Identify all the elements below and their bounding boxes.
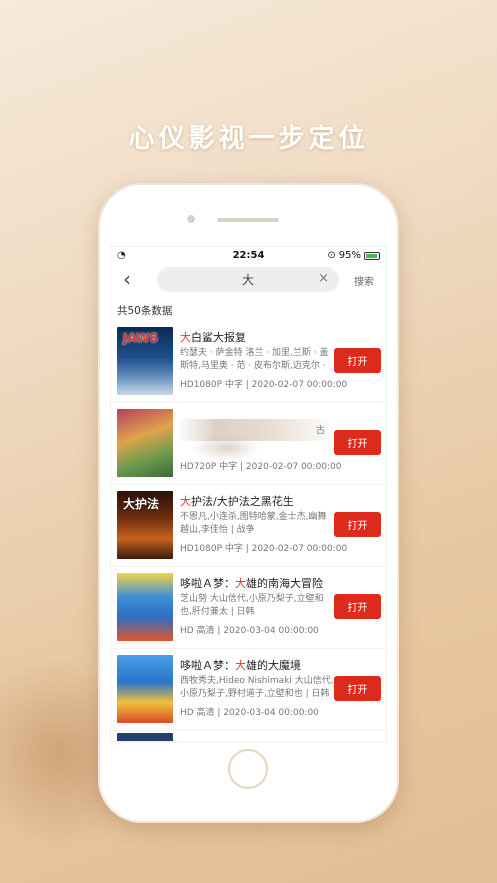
search-button[interactable]: 搜索: [354, 273, 374, 288]
background-glow: [277, 10, 497, 210]
list-item[interactable]: JAWS 大白鲨大报复 约瑟夫 · 萨金特 洛兰 · 加里,兰斯 · 盖斯特,马…: [111, 321, 386, 403]
item-cast: 约瑟夫 · 萨金特 洛兰 · 加里,兰斯 · 盖斯特,马里奥 · 范 · 皮布尔…: [180, 348, 329, 371]
back-icon[interactable]: ‹: [123, 267, 131, 291]
list-item[interactable]: 哆啦Ａ梦：大雄的南海大冒险 芝山努 大山信代,小原乃梨子,立壁和也,肝付兼太 |…: [111, 567, 386, 649]
phone-speaker: [217, 218, 279, 222]
open-button[interactable]: 打开: [334, 430, 381, 455]
poster-image: JAWS: [117, 327, 173, 395]
poster-title: JAWS: [123, 331, 159, 345]
list-item[interactable]: 大护法 大护法/大护法之黑花生 不恩凡,小连杀,图特哈蒙,金士杰,幽舞越山,李佳…: [111, 485, 386, 567]
title-highlight: 大: [235, 577, 246, 590]
poster-image: 大护法: [117, 491, 173, 559]
title-highlight: 大: [180, 331, 191, 344]
phone-screen: ◔ 22:54 ⊙ 95% ‹ 大 × 搜索 共50条数据 JAWS 大白鲨大报…: [110, 246, 387, 742]
blurred-overlay: [191, 435, 261, 461]
status-bar: ◔ 22:54 ⊙ 95%: [111, 247, 386, 265]
item-meta: HD 高清 | 2020-03-04 00:00:00: [180, 708, 319, 718]
list-item[interactable]: 哆啦Ａ梦：大雄的大魔境 西牧秀夫,Hideo Nishimaki 大山信代,小原…: [111, 649, 386, 731]
lock-rotation-icon: ⊙: [327, 250, 336, 261]
poster-image: [117, 573, 173, 641]
search-input[interactable]: 大 ×: [157, 267, 339, 292]
battery-percent: 95%: [338, 250, 361, 261]
item-title: 大护法/大护法之黑花生: [180, 495, 294, 508]
item-meta: HD1080P 中字 | 2020-02-07 00:00:00: [180, 380, 348, 390]
list-item-partial: [111, 731, 386, 741]
item-title: 大白鲨大报复: [180, 331, 246, 344]
item-meta: HD720P 中字 | 2020-02-07 00:00:00: [180, 462, 342, 472]
item-meta: HD1080P 中字 | 2020-02-07 00:00:00: [180, 544, 348, 554]
open-button[interactable]: 打开: [334, 594, 381, 619]
item-cast: 古: [316, 426, 326, 436]
poster-image: [117, 733, 173, 741]
open-button[interactable]: 打开: [334, 348, 381, 373]
item-title: 哆啦Ａ梦：大雄的大魔境: [180, 659, 301, 672]
open-button[interactable]: 打开: [334, 676, 381, 701]
home-button[interactable]: [228, 749, 268, 789]
title-highlight: 大: [235, 659, 246, 672]
item-meta: HD 高清 | 2020-03-04 00:00:00: [180, 626, 319, 636]
result-count: 共50条数据: [117, 305, 173, 317]
item-cast: 不恩凡,小连杀,图特哈蒙,金士杰,幽舞越山,李佳怡 | 战争: [180, 512, 327, 535]
search-navbar: ‹ 大 × 搜索: [111, 265, 386, 293]
list-item[interactable]: 古 HD720P 中字 | 2020-02-07 00:00:00 打开: [111, 403, 386, 485]
clear-icon[interactable]: ×: [318, 271, 329, 286]
item-cast: 芝山努 大山信代,小原乃梨子,立壁和也,肝付兼太 | 日韩: [180, 594, 324, 617]
search-query: 大: [241, 273, 254, 287]
phone-camera: [187, 215, 195, 223]
poster-image: [117, 409, 173, 477]
open-button[interactable]: 打开: [334, 512, 381, 537]
item-cast: 西牧秀夫,Hideo Nishimaki 大山信代,小原乃梨子,野村道子,立壁和…: [180, 676, 334, 699]
poster-title: 大护法: [123, 497, 160, 511]
status-right: ⊙ 95%: [327, 250, 380, 261]
poster-image: [117, 655, 173, 723]
phone-frame: ◔ 22:54 ⊙ 95% ‹ 大 × 搜索 共50条数据 JAWS 大白鲨大报…: [98, 183, 399, 823]
battery-icon: [364, 251, 380, 260]
result-list: JAWS 大白鲨大报复 约瑟夫 · 萨金特 洛兰 · 加里,兰斯 · 盖斯特,马…: [111, 321, 386, 741]
title-highlight: 大: [180, 495, 191, 508]
item-title: 哆啦Ａ梦：大雄的南海大冒险: [180, 577, 323, 590]
promo-headline: 心仪影视一步定位: [128, 124, 369, 154]
